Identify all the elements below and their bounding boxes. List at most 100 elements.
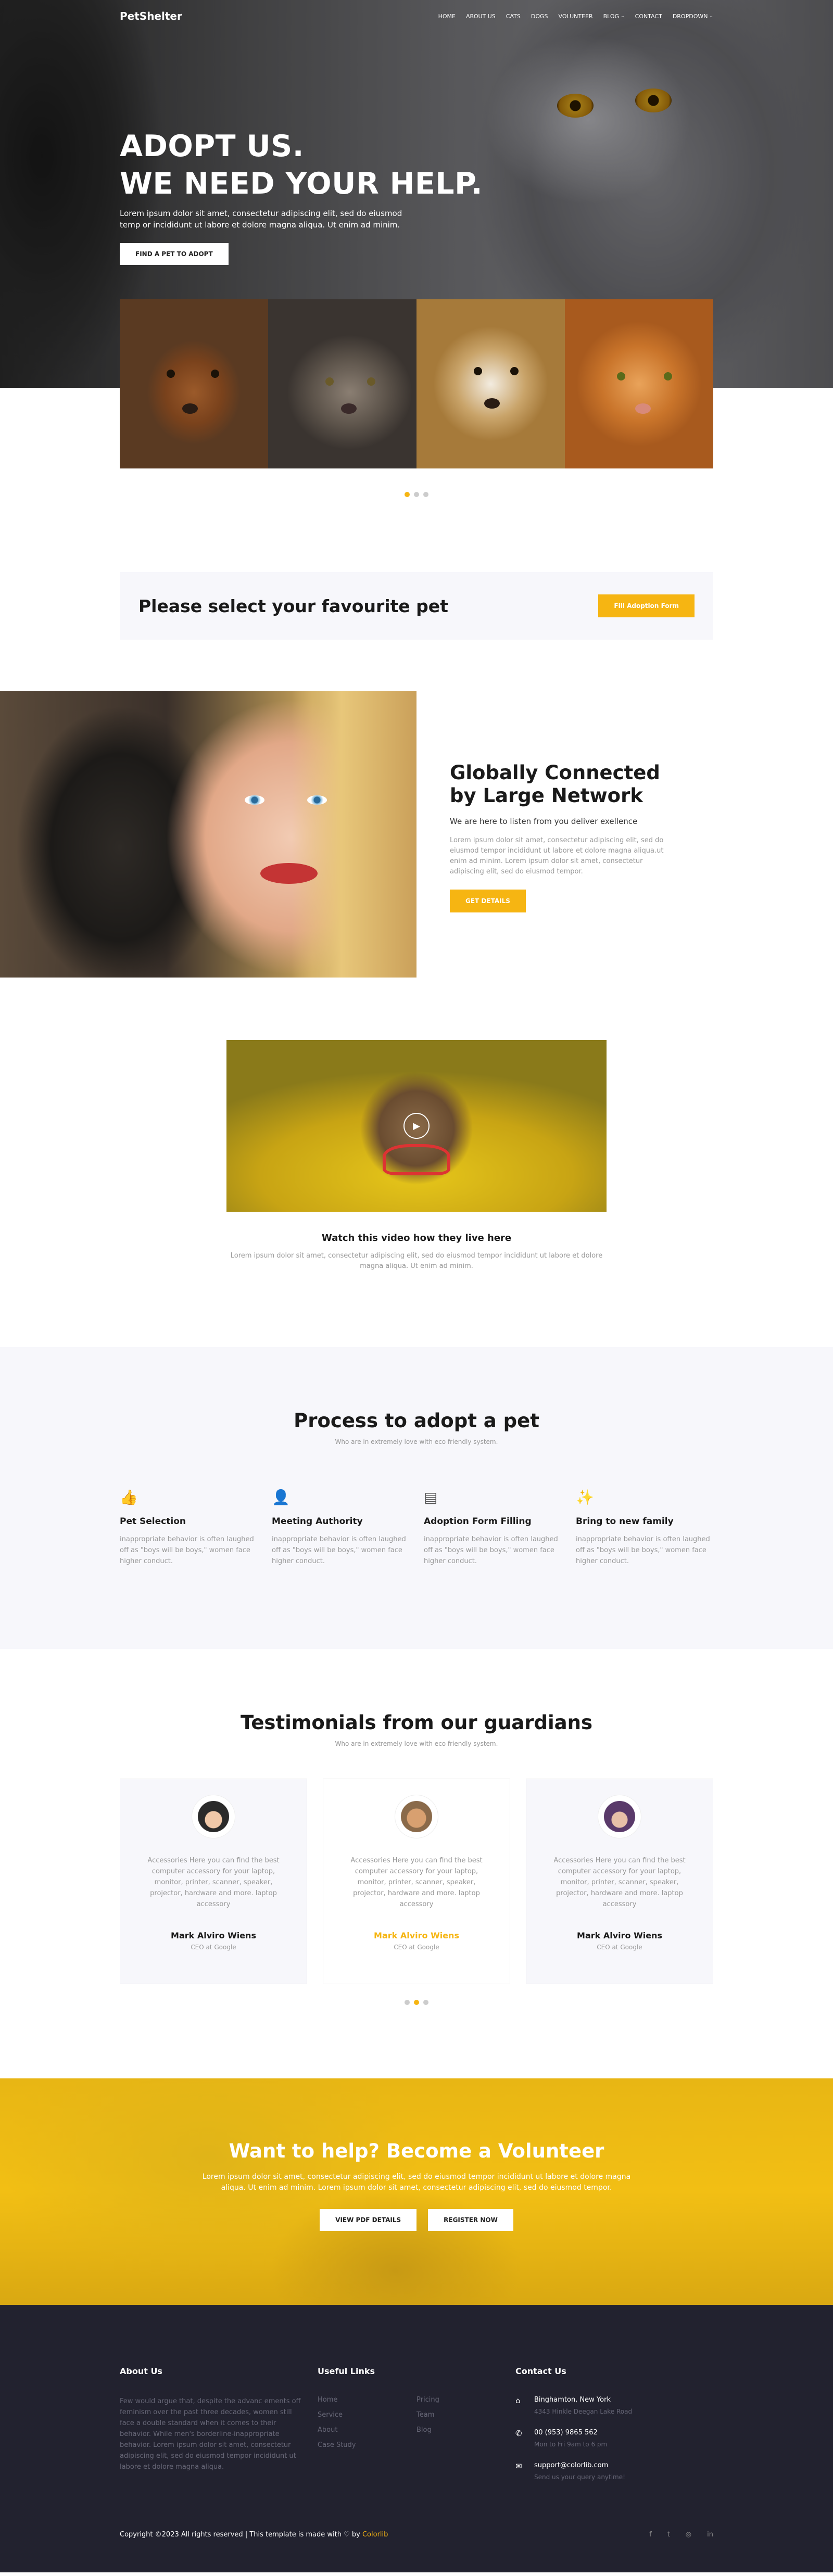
footer: About Us Few would argue that, despite t… <box>0 2305 833 2572</box>
contact-line1: 00 (953) 9865 562 <box>534 2429 598 2437</box>
footer-link-case-study[interactable]: Case Study <box>318 2441 416 2449</box>
process-step: 👍 Pet Selection inappropriate behavior is … <box>120 1487 256 1567</box>
contact-line2: Mon to Fri 9am to 6 pm <box>534 2441 608 2448</box>
facebook-icon[interactable]: f <box>649 2531 652 2539</box>
step-text: inappropriate behavior is often laughed … <box>120 1536 254 1565</box>
nav-menu: Home About Us Cats Dogs Volunteer Blog ⌄ Contac… <box>438 13 713 20</box>
carousel-dot[interactable] <box>414 492 419 497</box>
step-text: inappropriate behavior is often laughed … <box>424 1536 558 1565</box>
footer-link-about[interactable]: About <box>318 2426 416 2434</box>
play-icon[interactable]: ▶ <box>403 1113 430 1139</box>
footer-link-blog[interactable]: Blog <box>416 2426 515 2434</box>
nav-item-volunteer[interactable]: Volunteer <box>559 13 593 20</box>
thumbs-up-icon: 👍 <box>120 1489 138 1506</box>
pet-image-orange-cat[interactable] <box>565 299 713 468</box>
network-text: Lorem ipsum dolor sit amet, consectetur … <box>450 836 664 875</box>
colorlib-link[interactable]: Colorlib <box>362 2531 388 2539</box>
nav-item-home[interactable]: Home <box>438 13 456 20</box>
form-icon: ▤ <box>424 1489 438 1506</box>
testimonials-section: Testimonials from our guardians Who are … <box>0 1649 833 2078</box>
process-step: 👤 Meeting Authority inappropriate behavior… <box>272 1487 408 1567</box>
user-icon: 👤 <box>272 1489 290 1506</box>
video-thumbnail[interactable]: ▶ <box>226 1040 607 1212</box>
woman-with-dog-image <box>0 691 416 978</box>
register-button[interactable]: REGISTER NOW <box>428 2209 513 2231</box>
nav-item-dropdown[interactable]: Dropdown ⌄ <box>673 13 713 20</box>
select-pet-title: Please select your favourite pet <box>138 595 448 616</box>
find-pet-button[interactable]: FIND A PET TO ADOPT <box>120 243 229 265</box>
avatar <box>598 1795 641 1838</box>
carousel-dot[interactable] <box>414 2000 419 2005</box>
step-title: Bring to new family <box>576 1516 674 1527</box>
carousel-dot[interactable] <box>405 492 410 497</box>
network-section: Globally Connected by Large Network We a… <box>0 691 833 978</box>
mail-icon: ✉ <box>515 2461 522 2471</box>
hero-title-line1: ADOPT US. <box>120 129 304 163</box>
main-nav: PetShelter Home About Us Cats Dogs Volunteer… <box>0 0 833 32</box>
step-text: inappropriate behavior is often laughed … <box>272 1536 406 1565</box>
video-text: Lorem ipsum dolor sit amet, consectetur … <box>230 1252 603 1270</box>
social-links: f t ◎ in <box>649 2531 713 2539</box>
testimonial-cards: Accessories Here you can find the best c… <box>120 1779 713 1984</box>
pet-image-puppy[interactable] <box>416 299 565 468</box>
step-title: Pet Selection <box>120 1516 186 1527</box>
avatar <box>395 1795 438 1838</box>
instagram-icon[interactable]: ◎ <box>686 2531 691 2539</box>
copyright-text: Copyright ©2023 All rights reserved | Th… <box>120 2531 360 2539</box>
footer-links-title: Useful Links <box>318 2366 375 2376</box>
select-pet-section: Please select your favourite pet Fill Ad… <box>0 521 833 691</box>
carousel-dot[interactable] <box>405 2000 410 2005</box>
video-section: ▶ Watch this video how they live here Lo… <box>0 978 833 1347</box>
pet-image-grey-cat[interactable] <box>268 299 416 468</box>
contact-item: ✆ 00 (953) 9865 562 Mon to Fri 9am to 6 pm <box>515 2429 713 2448</box>
carousel-dot[interactable] <box>423 492 428 497</box>
testimonial-card: Accessories Here you can find the best c… <box>526 1779 713 1984</box>
footer-about-text: Few would argue that, despite the advanc… <box>120 2397 301 2471</box>
pet-image-dachshund[interactable] <box>120 299 268 468</box>
hero-content: ADOPT US. WE NEED YOUR HELP. Lorem ipsum … <box>120 128 483 265</box>
select-pet-banner: Please select your favourite pet Fill Ad… <box>120 572 713 640</box>
process-steps: 👍 Pet Selection inappropriate behavior is … <box>120 1487 713 1567</box>
testimonial-text: Accessories Here you can find the best c… <box>553 1857 686 1908</box>
contact-item: ✉ support@colorlib.com Send us your query … <box>515 2461 713 2481</box>
process-title: Process to adopt a pet <box>294 1410 539 1432</box>
footer-link-team[interactable]: Team <box>416 2411 515 2419</box>
footer-link-pricing[interactable]: Pricing <box>416 2396 515 2404</box>
testimonial-role: CEO at Google <box>394 1944 439 1951</box>
network-title: Globally Connected by Large Network <box>450 762 660 807</box>
nav-item-contact[interactable]: Contact <box>635 13 662 20</box>
twitter-icon[interactable]: t <box>667 2531 670 2539</box>
testimonial-name: Mark Alviro Wiens <box>577 1931 662 1940</box>
pet-carousel-section <box>0 299 833 521</box>
footer-about-title: About Us <box>120 2366 162 2376</box>
nav-item-about-us[interactable]: About Us <box>466 13 496 20</box>
view-pdf-button[interactable]: VIEW PDF DETAILS <box>320 2209 417 2231</box>
magic-wand-icon: ✨ <box>576 1489 594 1506</box>
nav-item-dogs[interactable]: Dogs <box>531 13 548 20</box>
contact-line2: 4343 Hinkle Deegan Lake Road <box>534 2408 633 2415</box>
nav-item-cats[interactable]: Cats <box>506 13 521 20</box>
testimonial-text: Accessories Here you can find the best c… <box>147 1857 280 1908</box>
testimonials-title: Testimonials from our guardians <box>241 1711 592 1734</box>
hero-title-line2: WE NEED YOUR HELP. <box>120 167 483 201</box>
pet-carousel <box>120 299 713 468</box>
contact-item: ⌂ Binghamton, New York 4343 Hinkle Deegan … <box>515 2396 713 2415</box>
testimonial-card: Accessories Here you can find the best c… <box>120 1779 307 1984</box>
carousel-dot[interactable] <box>423 2000 428 2005</box>
get-details-button[interactable]: GET DETAILS <box>450 890 526 912</box>
footer-link-home[interactable]: Home <box>318 2396 416 2404</box>
site-logo[interactable]: PetShelter <box>120 10 182 22</box>
chevron-down-icon: ⌄ <box>621 14 625 19</box>
process-step: ✨ Bring to new family inappropriate behavi… <box>576 1487 712 1567</box>
linkedin-icon[interactable]: in <box>707 2531 713 2539</box>
adoption-form-button[interactable]: Fill Adoption Form <box>598 594 695 617</box>
nav-item-blog[interactable]: Blog ⌄ <box>603 13 625 20</box>
process-subtitle: Who are in extremely love with eco frien… <box>335 1438 498 1445</box>
footer-link-service[interactable]: Service <box>318 2411 416 2419</box>
network-content: Globally Connected by Large Network We a… <box>416 691 666 978</box>
testimonial-name: Mark Alviro Wiens <box>171 1931 256 1940</box>
step-title: Meeting Authority <box>272 1516 363 1527</box>
testimonial-role: CEO at Google <box>191 1944 236 1951</box>
volunteer-text: Lorem ipsum dolor sit amet, consectetur … <box>202 2173 631 2192</box>
video-title: Watch this video how they live here <box>321 1233 512 1243</box>
